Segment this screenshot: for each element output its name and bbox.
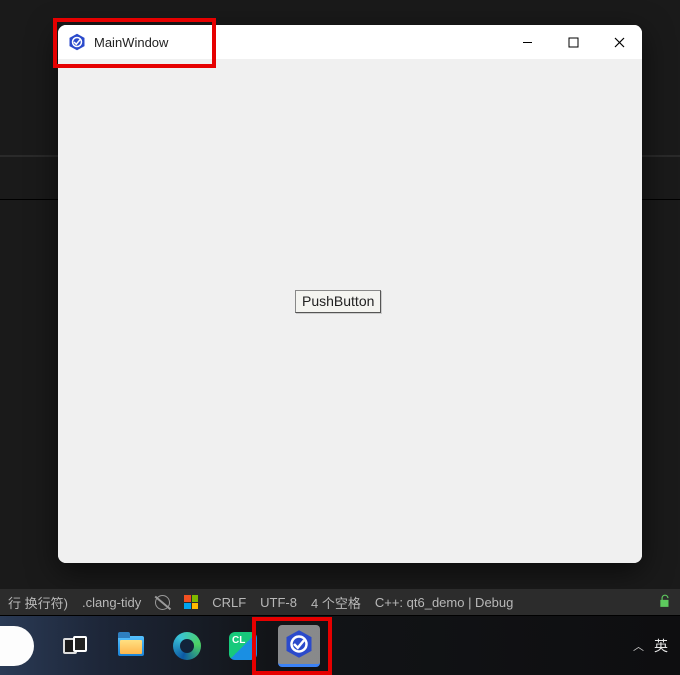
edge-browser-icon[interactable] — [166, 625, 208, 667]
app-icon — [68, 33, 86, 51]
start-button[interactable] — [0, 626, 34, 666]
clion-ide-icon[interactable]: CL — [222, 625, 264, 667]
qt-app-taskbar-icon[interactable] — [278, 625, 320, 667]
status-line-ending[interactable]: CRLF — [212, 595, 246, 610]
window-client-area: PushButton — [58, 59, 642, 563]
status-linebreak[interactable]: 行 换行符) — [8, 593, 68, 612]
titlebar[interactable]: MainWindow — [58, 25, 642, 59]
window-controls — [504, 25, 642, 59]
close-button[interactable] — [596, 25, 642, 59]
ime-indicator[interactable]: 英 — [654, 636, 668, 656]
file-explorer-icon[interactable] — [110, 625, 152, 667]
minimize-button[interactable] — [504, 25, 550, 59]
status-clang-tidy[interactable]: .clang-tidy — [82, 595, 141, 610]
tray-overflow-icon[interactable]: ︿ — [633, 638, 644, 654]
maximize-button[interactable] — [550, 25, 596, 59]
windows-logo-icon[interactable] — [184, 595, 198, 609]
lock-icon[interactable] — [658, 594, 672, 611]
taskbar-tray[interactable]: ︿ 英 — [633, 636, 680, 656]
task-view-button[interactable] — [54, 625, 96, 667]
status-indent[interactable]: 4 个空格 — [311, 593, 361, 612]
window-title: MainWindow — [94, 35, 168, 50]
push-button[interactable]: PushButton — [295, 290, 381, 313]
taskbar: CL ︿ 英 — [0, 616, 680, 675]
status-run-config[interactable]: C++: qt6_demo | Debug — [375, 595, 514, 610]
main-window: MainWindow PushButton — [58, 25, 642, 563]
no-preview-icon[interactable] — [155, 595, 170, 610]
ide-status-bar[interactable]: 行 换行符) .clang-tidy CRLF UTF-8 4 个空格 C++:… — [0, 589, 680, 615]
status-encoding[interactable]: UTF-8 — [260, 595, 297, 610]
